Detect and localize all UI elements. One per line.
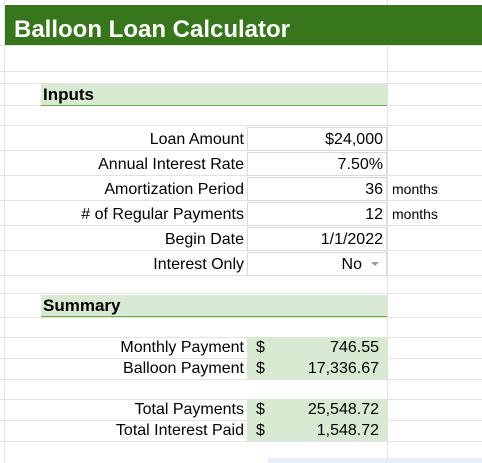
total-interest-label: Total Interest Paid: [115, 422, 244, 439]
total-payments-value: 25,548.72: [307, 401, 379, 418]
balloon-payment-value: 17,336.67: [307, 360, 379, 377]
amortization-period-value: 36: [365, 181, 383, 198]
begin-date-cell[interactable]: 1/1/2022: [247, 227, 387, 251]
begin-date-label: Begin Date: [164, 231, 244, 248]
summary-section-header: Summary: [41, 295, 387, 317]
loan-amount-value: $24,000: [325, 131, 383, 148]
title-bar: Balloon Loan Calculator: [5, 5, 482, 45]
currency-symbol: $: [256, 360, 265, 377]
loan-amount-cell[interactable]: $24,000: [247, 127, 387, 151]
regular-payments-label: # of Regular Payments: [81, 206, 244, 223]
monthly-payment-value: 746.55: [330, 339, 379, 356]
dropdown-arrow-icon[interactable]: [371, 262, 379, 266]
total-payments-cell[interactable]: $ 25,548.72: [247, 399, 387, 420]
monthly-payment-cell[interactable]: $ 746.55: [247, 337, 387, 358]
regular-payments-value: 12: [365, 206, 383, 223]
begin-date-value: 1/1/2022: [320, 231, 383, 248]
interest-rate-value: 7.50%: [337, 156, 383, 173]
amortization-period-label: Amortization Period: [104, 181, 244, 198]
balloon-payment-cell[interactable]: $ 17,336.67: [247, 358, 387, 379]
total-interest-cell[interactable]: $ 1,548.72: [247, 420, 387, 441]
currency-symbol: $: [256, 422, 265, 439]
interest-only-value: No: [341, 256, 362, 273]
total-interest-value: 1,548.72: [316, 422, 379, 439]
currency-symbol: $: [256, 401, 265, 418]
currency-symbol: $: [256, 339, 265, 356]
regular-payments-unit: months: [392, 206, 438, 222]
regular-payments-cell[interactable]: 12: [247, 202, 387, 226]
interest-only-dropdown[interactable]: No: [247, 252, 387, 276]
loan-amount-label: Loan Amount: [149, 131, 244, 148]
amortization-period-unit: months: [392, 181, 438, 197]
amortization-period-cell[interactable]: 36: [247, 177, 387, 201]
monthly-payment-label: Monthly Payment: [120, 339, 244, 356]
total-payments-label: Total Payments: [134, 401, 244, 418]
page-title: Balloon Loan Calculator: [14, 16, 291, 43]
interest-rate-cell[interactable]: 7.50%: [247, 152, 387, 176]
horizontal-scrollbar[interactable]: [268, 458, 482, 463]
balloon-payment-label: Balloon Payment: [123, 360, 244, 377]
interest-rate-label: Annual Interest Rate: [98, 156, 244, 173]
interest-only-label: Interest Only: [153, 256, 244, 273]
inputs-section-header: Inputs: [41, 84, 387, 106]
